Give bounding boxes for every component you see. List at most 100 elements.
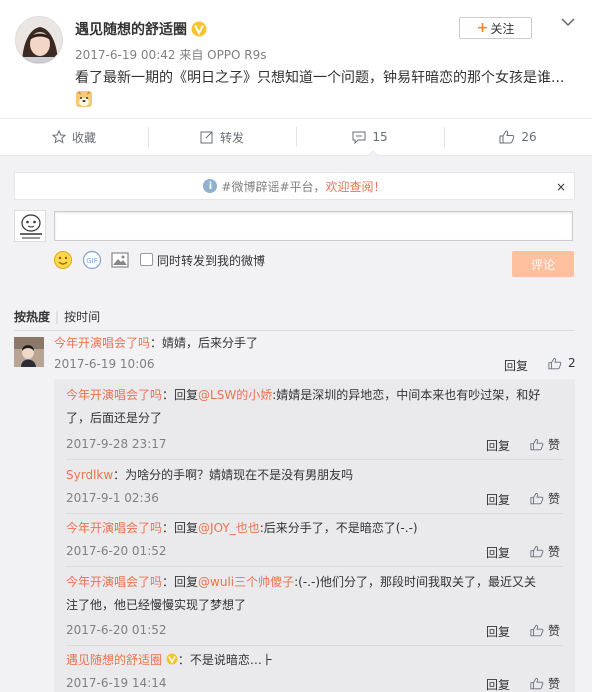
emoji-icon[interactable]: [53, 250, 73, 270]
favorite-button[interactable]: 收藏: [0, 119, 148, 155]
forward-label: 同时转发到我的微博: [157, 254, 266, 268]
thumbs-up-icon: [499, 130, 515, 144]
reply-prefix: ：不是说暗恋…⺊: [177, 653, 274, 667]
reply-like-button[interactable]: 赞: [530, 675, 560, 692]
reply-like-label: 赞: [548, 438, 561, 452]
reply-username[interactable]: 今年开演唱会了吗: [66, 521, 162, 535]
reply-text: 今年开演唱会了吗：回复@wuli三个帅傻子:(-.-)他们分了，那段时间我取关了…: [66, 571, 546, 617]
reply-reply-button[interactable]: 回复: [486, 437, 510, 454]
thumbs-up-icon: [530, 677, 544, 690]
reply-divider: [66, 459, 563, 460]
reply-time: 2017-9-28 23:17: [66, 437, 167, 451]
comment-time: 2017-6-19 10:06: [54, 357, 155, 371]
notice-link[interactable]: 欢迎查阅！: [326, 178, 386, 195]
close-icon[interactable]: ×: [556, 180, 566, 194]
reply-like-label: 赞: [548, 492, 561, 506]
reply-reply-button[interactable]: 回复: [486, 544, 510, 561]
reply-like-label: 赞: [548, 545, 561, 559]
reply-like-label: 赞: [548, 677, 561, 691]
post-action-bar: 收藏 转发 15 26: [0, 118, 592, 156]
thumbs-up-icon: [530, 492, 544, 505]
thumbs-up-icon: [530, 438, 544, 451]
comment-section: i #微博辟谣#平台， 欢迎查阅！ × GIF 同时转发到我的微博 评论 按热度…: [0, 156, 592, 692]
author-avatar[interactable]: [15, 16, 63, 64]
verified-badge-icon: [191, 21, 207, 37]
notice-text[interactable]: #微博辟谣#平台，: [221, 178, 325, 195]
thumbs-up-icon: [530, 624, 544, 637]
reply-username[interactable]: 今年开演唱会了吗: [66, 388, 162, 402]
verified-badge-icon: [166, 653, 178, 665]
reply-reply-button[interactable]: 回复: [486, 491, 510, 508]
reply-username[interactable]: 遇见随想的舒适圈: [66, 653, 162, 667]
gif-icon[interactable]: GIF: [82, 250, 102, 270]
reply-prefix: ：回复: [162, 575, 199, 589]
reply-text: Syrdlkw：为啥分的手啊？婧婧现在不是没有男朋友吗: [66, 464, 546, 487]
comment-text: ：婧婧，后来分手了: [150, 336, 259, 350]
reply-text: 今年开演唱会了吗：回复@JOY_也也:后来分手了，不是暗恋了(-.-): [66, 517, 546, 540]
reply-text: 今年开演唱会了吗：回复@LSW的小娇:婧婧是深圳的异地恋，中间本来也有吵过架，和…: [66, 384, 546, 430]
reply-time: 2017-6-20 01:52: [66, 623, 167, 637]
reply-time: 2017-6-19 14:14: [66, 676, 167, 690]
reply-time: 2017-9-1 02:36: [66, 491, 159, 505]
comment-like-button[interactable]: 2: [548, 356, 576, 370]
reply-divider: [66, 513, 563, 514]
follow-button[interactable]: + 关注: [459, 17, 532, 39]
reply-body: :后来分手了，不是暗恋了(-.-): [259, 521, 418, 535]
info-icon: i: [203, 179, 218, 193]
reply-username[interactable]: 今年开演唱会了吗: [66, 575, 162, 589]
comment-count: 15: [372, 130, 388, 144]
submit-comment-button[interactable]: 评论: [512, 251, 574, 277]
forward-icon: [200, 131, 213, 144]
reply-mention[interactable]: @wuli三个帅傻子: [198, 575, 294, 589]
reply-reply-button[interactable]: 回复: [486, 676, 510, 692]
author-name[interactable]: 遇见随想的舒适圈: [75, 19, 187, 39]
reply-prefix: ：为啥分的手啊？婧婧现在不是没有男朋友吗: [113, 468, 354, 482]
plus-icon: +: [476, 20, 489, 36]
doge-emoji-icon: [76, 91, 92, 107]
sort-by-time[interactable]: 按时间: [64, 310, 100, 324]
forward-checkbox[interactable]: [140, 253, 153, 266]
weibo-post: 遇见随想的舒适圈 2017-6-19 00:42 来自 OPPO R9s 看了最…: [0, 0, 592, 118]
sort-divider: [14, 330, 575, 331]
reply-username[interactable]: Syrdlkw: [66, 468, 113, 482]
comment-like-count: 2: [568, 356, 576, 370]
repost-label: 转发: [219, 130, 244, 145]
post-meta: 2017-6-19 00:42 来自 OPPO R9s: [75, 48, 267, 62]
reply-like-button[interactable]: 赞: [530, 490, 560, 507]
current-user-avatar[interactable]: [14, 210, 46, 242]
reply-mention[interactable]: @JOY_也也: [198, 521, 260, 535]
reply-reply-button[interactable]: 回复: [486, 623, 510, 640]
reply-like-label: 赞: [548, 624, 561, 638]
reply-time: 2017-6-20 01:52: [66, 544, 167, 558]
comment-reply-button[interactable]: 回复: [504, 357, 528, 374]
repost-button[interactable]: 转发: [148, 119, 296, 155]
sort-separator: |: [55, 310, 60, 324]
comment-icon: [352, 131, 366, 144]
star-icon: [51, 130, 66, 144]
reply-list: 今年开演唱会了吗：回复@LSW的小娇:婧婧是深圳的异地恋，中间本来也有吵过架，和…: [54, 379, 575, 692]
reply-text: 遇见随想的舒适圈 ：不是说暗恋…⺊: [66, 649, 546, 672]
rumor-notice-bar: i #微博辟谣#平台， 欢迎查阅！ ×: [14, 172, 575, 200]
chevron-down-icon[interactable]: [561, 17, 575, 27]
reply-divider: [66, 566, 563, 567]
image-icon[interactable]: [110, 250, 130, 270]
thumbs-up-icon: [530, 545, 544, 558]
comment-input[interactable]: [54, 211, 573, 241]
reply-divider: [66, 645, 563, 646]
post-text: 看了最新一期的《明日之子》只想知道一个问题，钟易轩暗恋的那个女孩是谁...: [75, 70, 565, 86]
thumbs-up-icon: [548, 357, 562, 369]
reply-like-button[interactable]: 赞: [530, 543, 560, 560]
comment-username[interactable]: 今年开演唱会了吗: [54, 336, 150, 350]
follow-label: 关注: [490, 21, 515, 36]
reply-prefix: ：回复: [162, 388, 199, 402]
reply-prefix: ：回复: [162, 521, 199, 535]
like-button[interactable]: 26: [444, 119, 592, 155]
reply-like-button[interactable]: 赞: [530, 436, 560, 453]
svg-text:GIF: GIF: [86, 257, 98, 265]
commenter-avatar[interactable]: [14, 337, 44, 367]
reply-like-button[interactable]: 赞: [530, 622, 560, 639]
like-count: 26: [521, 130, 537, 144]
sort-by-hot[interactable]: 按热度: [14, 310, 50, 324]
reply-mention[interactable]: @LSW的小娇: [198, 388, 272, 402]
comment-body: 今年开演唱会了吗：婧婧，后来分手了: [54, 334, 258, 351]
